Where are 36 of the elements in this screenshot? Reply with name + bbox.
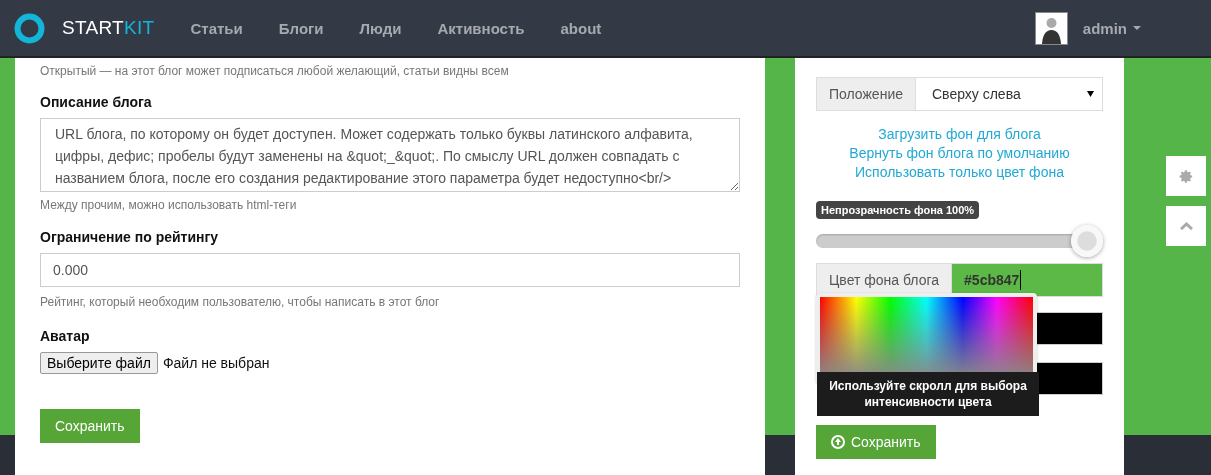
- file-status: Файл не выбран: [162, 355, 270, 371]
- save-button[interactable]: Сохранить: [816, 425, 936, 459]
- nav-link[interactable]: about: [542, 19, 620, 37]
- slider-thumb[interactable]: [1071, 225, 1103, 257]
- nav-link[interactable]: Активность: [419, 19, 543, 37]
- action-link[interactable]: Использовать только цвет фона: [855, 164, 1064, 180]
- action-link[interactable]: Загрузить фон для блога: [878, 126, 1041, 142]
- help-text: Между прочим, можно использовать html-теги: [40, 198, 298, 212]
- rating-field[interactable]: 0.000: [40, 253, 740, 287]
- help-text: Рейтинг, который необходим пользователю, чтобы написать в этот блог: [40, 295, 441, 309]
- opacity-slider-track[interactable]: [816, 225, 1103, 257]
- caret-icon: [1133, 26, 1141, 30]
- ring-logo-icon: [14, 12, 45, 44]
- action-link[interactable]: Вернуть фон блога по умолчанию: [849, 145, 1070, 161]
- settings-icon: [1178, 168, 1194, 184]
- nav-link[interactable]: Статьи: [172, 19, 261, 37]
- position-select[interactable]: Положение Сверху слева: [816, 77, 1103, 111]
- field-label: Описание блога: [40, 94, 153, 110]
- save-button[interactable]: Сохранить: [40, 409, 140, 443]
- help-text: Открытый — на этот блог может подписаться любой желающий, статьи видны всем: [40, 64, 510, 78]
- choose-file-button[interactable]: Выберите файл: [40, 352, 158, 374]
- opacity-label: Непрозрачность фона 100%: [816, 201, 980, 219]
- scroll-top-button[interactable]: [1166, 206, 1206, 246]
- logo-text[interactable]: STARTKIT: [62, 17, 155, 39]
- chevron-up-icon: [1179, 222, 1193, 230]
- field-label: Аватар: [40, 328, 91, 344]
- settings-button[interactable]: [1166, 156, 1206, 196]
- avatar-icon[interactable]: [1034, 11, 1068, 45]
- field-label: Ограничение по рейтингу: [40, 229, 220, 245]
- description-field[interactable]: URL блога, по которому он будет доступен. Может содержать только буквы латинского алфавита, цифры, дефис; пробелы будут заменены на &quot;_&quot;. По смыслу URL должен совпадать с названием блога, после его создания редактирование этого параметра будет недоступно<br/>: [40, 118, 740, 192]
- nav-link[interactable]: Блоги: [260, 19, 342, 37]
- dropdown-icon: [1087, 91, 1094, 97]
- upload-icon: [831, 435, 845, 449]
- tooltip: Используйте скролл для выбора интенсивности цвета: [817, 372, 1039, 416]
- nav-link[interactable]: Люди: [341, 19, 420, 37]
- user-menu[interactable]: admin: [1082, 19, 1141, 37]
